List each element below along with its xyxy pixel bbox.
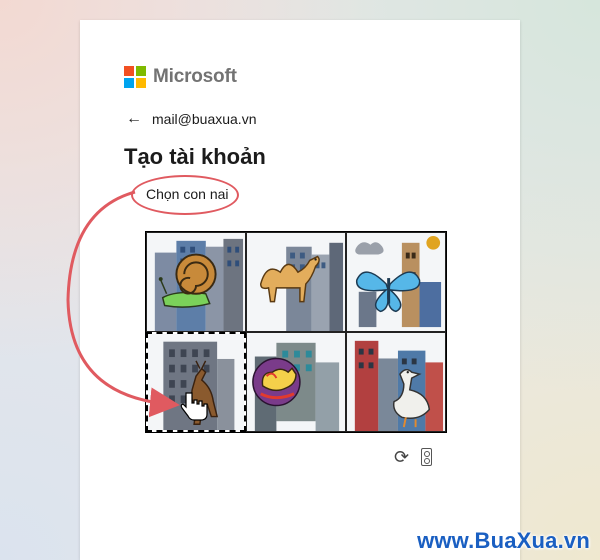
challenge-controls: ⟳ <box>394 448 433 466</box>
watermark: www.BuaXua.vn <box>417 528 590 553</box>
logo-text: Microsoft <box>153 66 237 87</box>
audio-icon[interactable] <box>421 448 433 466</box>
challenge-tile-goose[interactable] <box>346 332 446 432</box>
signup-card: Microsoft ← mail@buaxua.vn Tạo tài khoản… <box>80 20 520 560</box>
challenge-tile-snail[interactable] <box>146 232 246 332</box>
arrow-left-icon[interactable]: ← <box>126 110 142 128</box>
challenge-instruction: Chọn con nai <box>146 186 229 202</box>
page-title: Tạo tài khoản <box>124 144 266 169</box>
refresh-icon[interactable]: ⟳ <box>394 448 409 466</box>
challenge-tile-toy-horse[interactable] <box>246 332 346 432</box>
challenge-tile-butterfly[interactable] <box>346 232 446 332</box>
microsoft-logo: Microsoft <box>124 66 237 88</box>
identity-row: ← mail@buaxua.vn <box>126 110 257 128</box>
microsoft-logo-icon <box>124 66 146 88</box>
image-challenge-grid <box>145 231 447 433</box>
account-email: mail@buaxua.vn <box>152 111 257 127</box>
challenge-tile-camel[interactable] <box>246 232 346 332</box>
challenge-tile-deer[interactable] <box>146 332 246 432</box>
